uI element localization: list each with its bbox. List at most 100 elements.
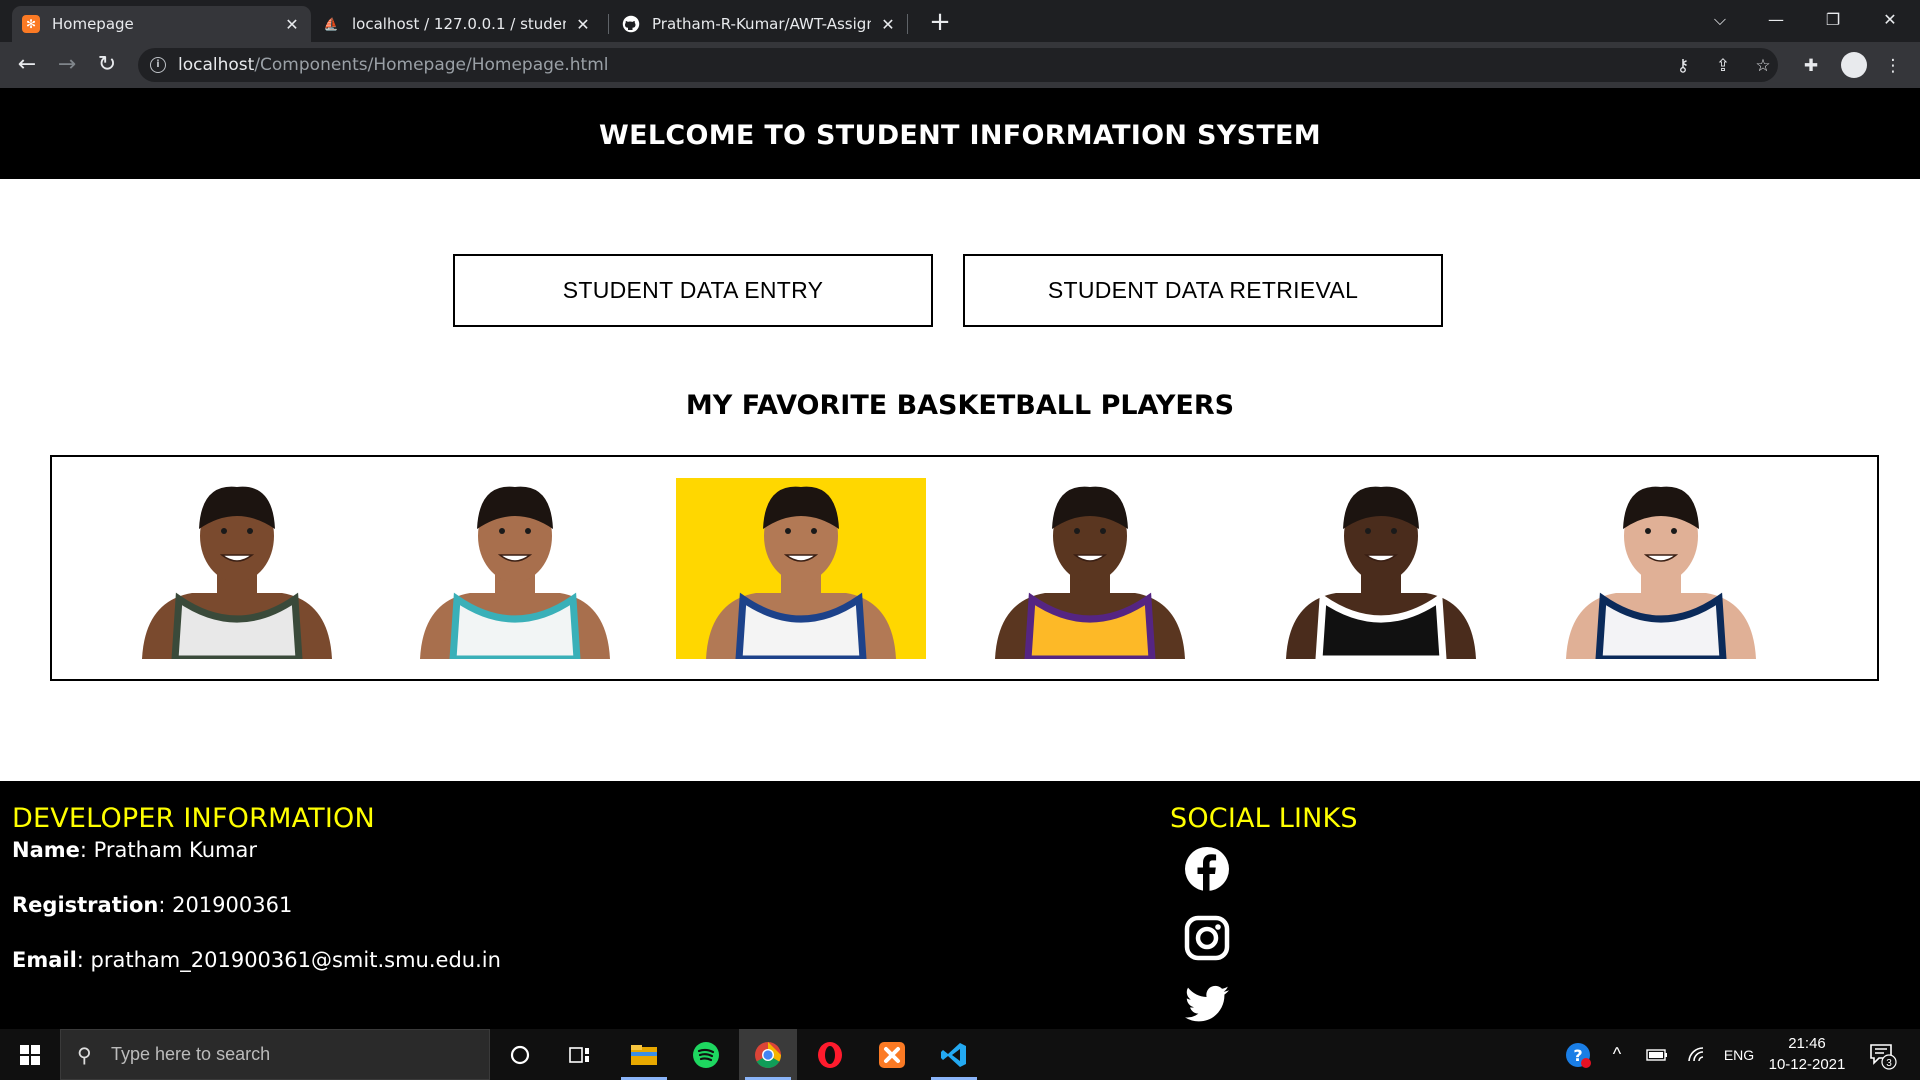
eye [1645, 528, 1651, 534]
notification-center-icon[interactable]: 3 [1862, 1029, 1902, 1080]
close-tab-icon[interactable]: ✕ [283, 15, 301, 34]
site-info-icon[interactable]: i [150, 57, 166, 73]
email-label: Email [12, 948, 77, 972]
developer-name: Name: Pratham Kumar [12, 838, 257, 862]
tab-phpmyadmin[interactable]: ⛵ localhost / 127.0.0.1 / student / ir ✕ [312, 6, 602, 42]
tab-github[interactable]: Pratham-R-Kumar/AWT-Assignm ✕ [612, 6, 907, 42]
eye [1391, 528, 1397, 534]
developer-email: Email: pratham_201900361@smit.smu.edu.in [12, 948, 501, 972]
eye [247, 528, 253, 534]
forward-icon[interactable]: → [51, 50, 83, 82]
eye [1074, 528, 1080, 534]
player-photo-2 [415, 478, 615, 659]
tab-separator [907, 14, 908, 34]
opera-icon[interactable] [801, 1029, 859, 1080]
search-placeholder: Type here to search [111, 1044, 271, 1064]
eye [525, 528, 531, 534]
player-portrait [981, 478, 1199, 659]
developer-info-title: DEVELOPER INFORMATION [12, 803, 375, 834]
player-photo-3 [676, 478, 926, 659]
eye [499, 528, 505, 534]
players-section-title: MY FAVORITE BASKETBALL PLAYERS [685, 390, 1235, 421]
tab-title: localhost / 127.0.0.1 / student / ir [352, 15, 566, 33]
taskbar-clock[interactable]: 21:46 10-12-2021 [1762, 1033, 1852, 1075]
share-icon[interactable]: ⇪ [1712, 56, 1734, 76]
player-portrait [676, 478, 926, 659]
student-data-retrieval-button[interactable]: STUDENT DATA RETRIEVAL [963, 254, 1443, 327]
name-value: : Pratham Kumar [79, 838, 257, 862]
tray-overflow-chevron-icon[interactable]: ^ [1600, 1029, 1634, 1080]
player-photo-5 [1274, 478, 1488, 659]
player-portrait [122, 478, 352, 659]
close-tab-icon[interactable]: ✕ [574, 15, 592, 34]
player-portrait [415, 478, 615, 659]
password-key-icon[interactable]: ⚷ [1672, 56, 1694, 76]
wifi-icon[interactable] [1680, 1029, 1714, 1080]
phpmyadmin-icon: ⛵ [323, 17, 339, 31]
github-icon [622, 15, 640, 33]
tab-search-chevron-icon[interactable]: ⌵ [1692, 0, 1748, 40]
player-portrait [1274, 478, 1488, 659]
page-footer: DEVELOPER INFORMATION Name: Pratham Kuma… [0, 781, 1920, 1029]
player-photo-4 [981, 478, 1199, 659]
bookmark-star-icon[interactable]: ☆ [1752, 56, 1774, 76]
instagram-icon[interactable] [1183, 914, 1231, 962]
developer-registration: Registration: 201900361 [12, 893, 292, 917]
menu-icon[interactable]: ⋮ [1882, 56, 1904, 76]
windows-taskbar: ⚲ Type here to search ? ^ ENG 21:46 10-1… [0, 1029, 1920, 1080]
eye [785, 528, 791, 534]
eye [221, 528, 227, 534]
search-icon: ⚲ [77, 1043, 92, 1067]
address-bar[interactable]: i localhost/Components/Homepage/Homepage… [138, 48, 1778, 82]
registration-value: : 201900361 [158, 893, 293, 917]
eye [1100, 528, 1106, 534]
notification-count: 3 [1886, 1058, 1892, 1069]
page-header-title: WELCOME TO STUDENT INFORMATION SYSTEM [0, 88, 1920, 179]
vscode-icon[interactable] [925, 1029, 983, 1080]
task-view-icon[interactable] [551, 1029, 609, 1080]
tab-separator [608, 14, 609, 34]
email-value: : pratham_201900361@smit.smu.edu.in [76, 948, 501, 972]
taskbar-search-box[interactable]: ⚲ Type here to search [60, 1029, 490, 1080]
eye [811, 528, 817, 534]
tab-homepage[interactable]: ✻ Homepage ✕ [12, 6, 311, 42]
player-photo-6 [1548, 478, 1774, 659]
social-links-title: SOCIAL LINKS [1170, 803, 1358, 834]
battery-icon[interactable] [1640, 1029, 1674, 1080]
eye [1365, 528, 1371, 534]
url-host: localhost [178, 55, 255, 75]
url-text[interactable]: localhost/Components/Homepage/Homepage.h… [178, 55, 609, 75]
clock-time: 21:46 [1788, 1035, 1826, 1052]
chrome-icon[interactable] [739, 1029, 797, 1080]
url-path: /Components/Homepage/Homepage.html [254, 55, 609, 75]
language-indicator[interactable]: ENG [1718, 1029, 1760, 1080]
student-data-entry-button[interactable]: STUDENT DATA ENTRY [453, 254, 933, 327]
back-icon[interactable]: ← [11, 50, 43, 82]
twitter-icon[interactable] [1183, 981, 1231, 1029]
facebook-icon[interactable] [1183, 845, 1231, 893]
tab-title: Homepage [52, 15, 134, 33]
reload-icon[interactable]: ↻ [91, 50, 123, 82]
restore-icon[interactable]: ❐ [1805, 0, 1861, 40]
profile-avatar[interactable] [1841, 52, 1867, 78]
minimize-icon[interactable]: — [1748, 0, 1804, 40]
help-icon[interactable]: ? [1560, 1029, 1596, 1080]
close-tab-icon[interactable]: ✕ [879, 15, 897, 34]
page-content: WELCOME TO STUDENT INFORMATION SYSTEM ST… [0, 88, 1920, 1029]
browser-toolbar: ← → ↻ i localhost/Components/Homepage/Ho… [0, 42, 1920, 88]
file-explorer-icon[interactable] [615, 1029, 673, 1080]
new-tab-icon[interactable]: + [924, 6, 956, 38]
xampp-icon: ✻ [22, 15, 40, 33]
spotify-icon[interactable] [677, 1029, 735, 1080]
clock-date: 10-12-2021 [1768, 1056, 1846, 1073]
xampp-icon[interactable] [863, 1029, 921, 1080]
name-label: Name [12, 838, 80, 862]
tab-title: Pratham-R-Kumar/AWT-Assignm [652, 15, 871, 33]
close-window-icon[interactable]: ✕ [1862, 0, 1918, 40]
extensions-icon[interactable]: ✚ [1800, 56, 1822, 76]
players-gallery [50, 455, 1879, 681]
eye [1671, 528, 1677, 534]
player-photo-1 [122, 478, 352, 659]
cortana-icon[interactable] [491, 1029, 549, 1080]
windows-start-icon[interactable] [0, 1029, 60, 1080]
